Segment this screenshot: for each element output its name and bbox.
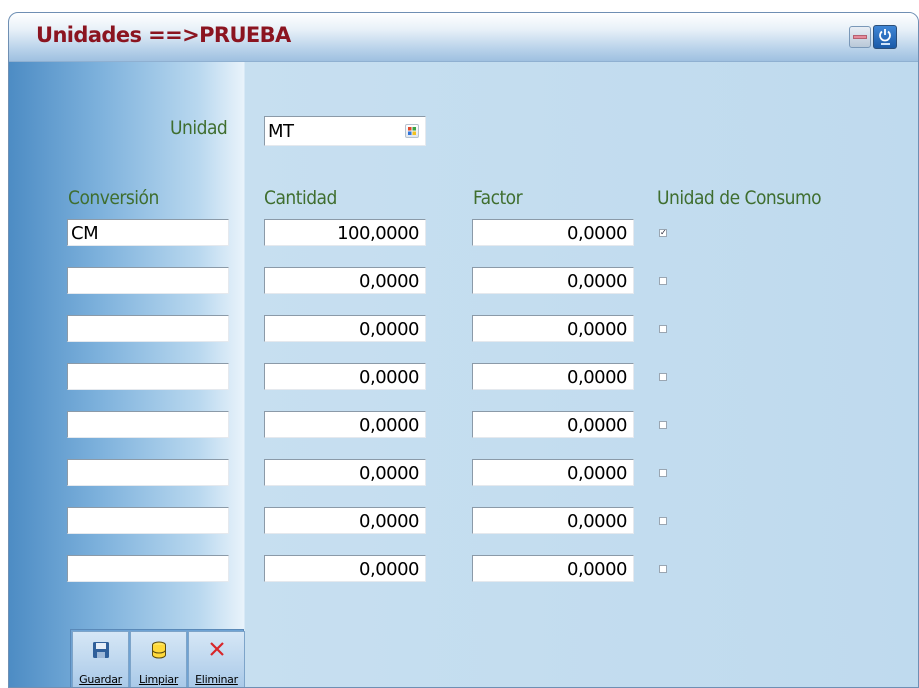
unidad-consumo-checkbox[interactable] [659,517,667,525]
conversion-input[interactable] [67,555,229,582]
cantidad-input[interactable]: 0,0000 [264,267,426,294]
factor-input[interactable]: 0,0000 [472,411,634,438]
close-icon [209,642,224,656]
factor-input[interactable]: 0,0000 [472,363,634,390]
save-icon [92,642,109,658]
database-icon [151,641,166,659]
title-bar: Unidades ==>PRUEBA [9,13,918,62]
conversion-input[interactable] [67,315,229,342]
power-icon [879,29,891,42]
cantidad-input[interactable]: 100,0000 [264,219,426,246]
unidad-consumo-checkbox[interactable]: ✓ [659,229,667,237]
cantidad-input[interactable]: 0,0000 [264,411,426,438]
lookup-button[interactable] [405,124,419,138]
factor-input[interactable]: 0,0000 [472,459,634,486]
factor-input[interactable]: 0,0000 [472,315,634,342]
unidad-consumo-checkbox[interactable] [659,469,667,477]
unidad-value: MT [268,121,294,142]
minimize-icon [853,35,867,39]
action-toolbar: Guardar Limpiar Eliminar [70,629,245,687]
unidades-window: Unidades ==>PRUEBA Unidad MT Conversión … [8,12,919,688]
lookup-icon [408,127,416,135]
unidad-input[interactable]: MT [264,116,426,146]
limpiar-label: Limpiar [138,673,179,686]
limpiar-button[interactable]: Limpiar [130,631,187,687]
factor-input[interactable]: 0,0000 [472,267,634,294]
minimize-button[interactable] [849,26,871,48]
unidad-consumo-checkbox[interactable] [659,373,667,381]
conversion-input[interactable] [67,363,229,390]
conversion-input[interactable]: CM [67,219,229,246]
unidad-consumo-checkbox[interactable] [659,325,667,333]
eliminar-label: Eliminar [195,673,238,686]
cantidad-input[interactable]: 0,0000 [264,459,426,486]
factor-input[interactable]: 0,0000 [472,507,634,534]
power-caption [881,43,890,45]
cantidad-input[interactable]: 0,0000 [264,363,426,390]
guardar-label: Guardar [79,673,122,686]
unidad-label: Unidad [170,117,228,139]
conversion-input[interactable] [67,411,229,438]
factor-input[interactable]: 0,0000 [472,555,634,582]
unidad-consumo-checkbox[interactable] [659,277,667,285]
guardar-button[interactable]: Guardar [72,631,129,687]
cantidad-input[interactable]: 0,0000 [264,555,426,582]
factor-input[interactable]: 0,0000 [472,219,634,246]
cantidad-input[interactable]: 0,0000 [264,315,426,342]
conversion-input[interactable] [67,459,229,486]
header-conversion: Conversión [68,187,159,209]
header-factor: Factor [473,187,523,209]
header-unidad-consumo: Unidad de Consumo [657,187,822,209]
unidad-consumo-checkbox[interactable] [659,565,667,573]
conversion-input[interactable] [67,507,229,534]
eliminar-button[interactable]: Eliminar [188,631,245,687]
power-button[interactable] [873,25,897,49]
window-title: Unidades ==>PRUEBA [36,23,291,47]
cantidad-input[interactable]: 0,0000 [264,507,426,534]
unidad-consumo-checkbox[interactable] [659,421,667,429]
conversion-input[interactable] [67,267,229,294]
header-cantidad: Cantidad [264,187,337,209]
